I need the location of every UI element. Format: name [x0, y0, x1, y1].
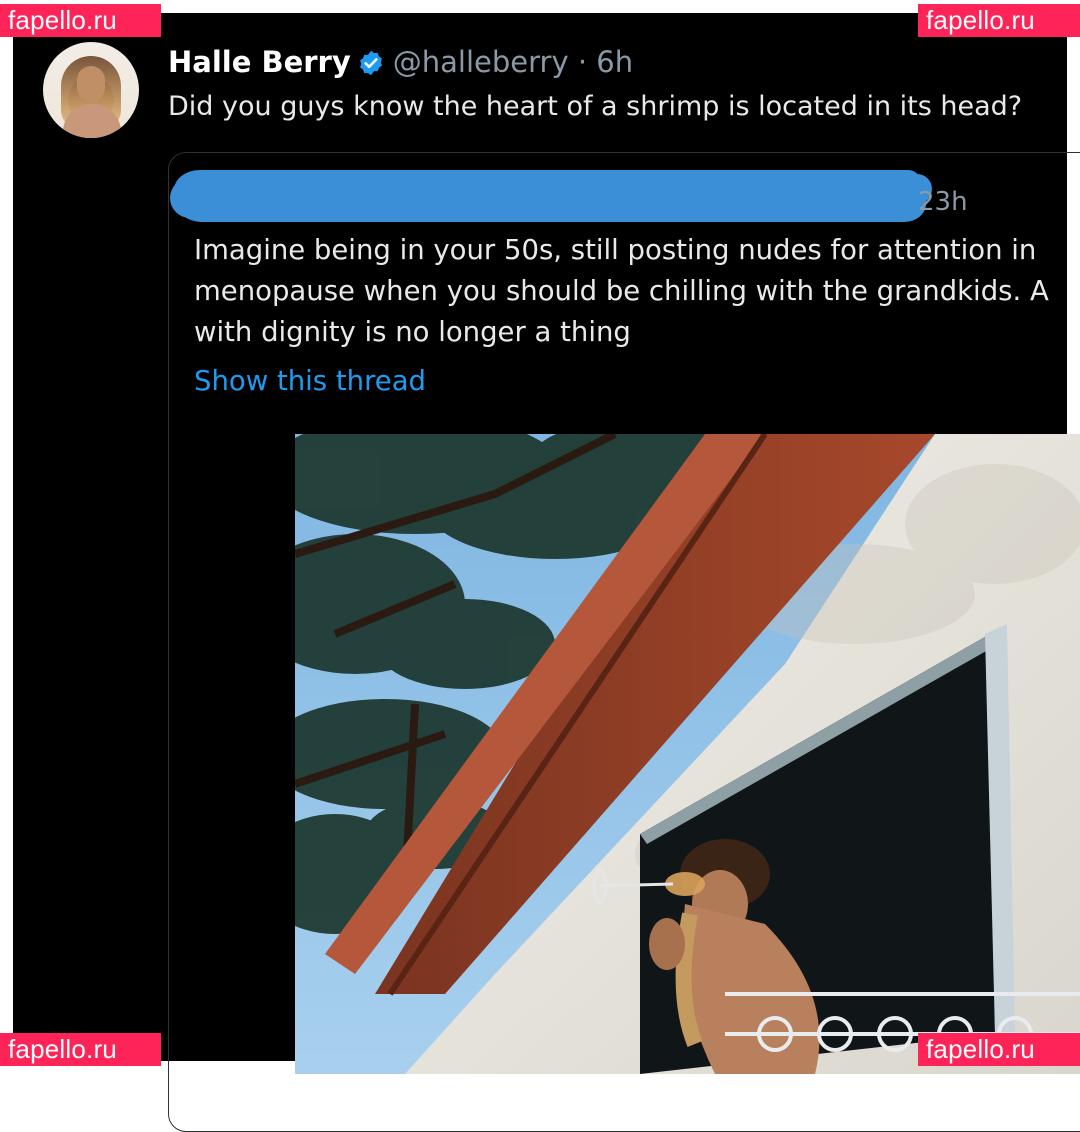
avatar-face	[77, 66, 105, 102]
watermark-top-left: fapello.ru	[0, 4, 161, 37]
separator-dot: ·	[577, 45, 588, 79]
quoted-tweet-line: menopause when you should be chilling wi…	[194, 275, 1049, 307]
quoted-tweet-photo[interactable]	[295, 434, 1080, 1074]
tweet-time[interactable]: 6h	[596, 45, 633, 79]
avatar[interactable]	[43, 42, 139, 138]
watermark-bottom-right: fapello.ru	[918, 1033, 1080, 1066]
show-thread-link[interactable]: Show this thread	[194, 361, 426, 401]
watermark-top-right: fapello.ru	[918, 4, 1080, 37]
redacted-author-scribble	[170, 170, 932, 222]
quoted-tweet-line: Imagine being in your 50s, still posting…	[194, 234, 1037, 266]
quoted-tweet-text: Imagine being in your 50s, still posting…	[194, 230, 1074, 353]
watermark-bottom-left: fapello.ru	[0, 1033, 161, 1066]
tweet-text: Did you guys know the heart of a shrimp …	[168, 91, 1023, 122]
photo-illustration	[295, 434, 1080, 1074]
quoted-tweet-time[interactable]: 23h	[918, 186, 968, 218]
tweet-header: Halle Berry @halleberry · 6h	[168, 44, 633, 80]
verified-badge-icon	[357, 49, 385, 85]
author-name[interactable]: Halle Berry	[168, 45, 351, 79]
author-handle[interactable]: @halleberry	[393, 45, 569, 79]
quoted-tweet-line: with dignity is no longer a thing	[194, 316, 631, 348]
